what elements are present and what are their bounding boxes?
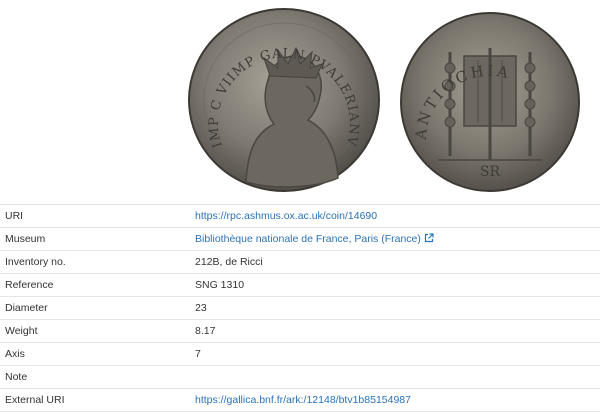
- coin-images: IMP C VIIMP GALN PVALERIANV SR ANTIOCHIA: [0, 0, 600, 200]
- axis-value: 7: [195, 342, 600, 366]
- table-row: Reference SNG 1310: [0, 273, 600, 297]
- inventory-label: Inventory no.: [0, 250, 195, 274]
- museum-link[interactable]: Bibliothèque nationale de France, Paris …: [195, 233, 421, 245]
- coin-obverse-image: IMP C VIIMP GALN PVALERIANVS: [186, 6, 380, 192]
- table-row: Inventory no. 212B, de Ricci: [0, 250, 600, 274]
- table-row: URI https://rpc.ashmus.ox.ac.uk/coin/146…: [0, 204, 600, 228]
- reverse-exergue: SR: [480, 164, 501, 180]
- diameter-label: Diameter: [0, 296, 195, 320]
- diameter-value: 23: [195, 296, 600, 320]
- weight-label: Weight: [0, 319, 195, 343]
- table-row: Axis 7: [0, 342, 600, 366]
- table-row: Note: [0, 365, 600, 389]
- table-row: Museum Bibliothèque nationale de France,…: [0, 227, 600, 251]
- uri-link[interactable]: https://rpc.ashmus.ox.ac.uk/coin/14690: [195, 210, 377, 222]
- coin-metadata-table: URI https://rpc.ashmus.ox.ac.uk/coin/146…: [0, 204, 600, 412]
- reference-label: Reference: [0, 273, 195, 297]
- note-label: Note: [0, 365, 195, 389]
- table-row: Diameter 23: [0, 296, 600, 320]
- museum-label: Museum: [0, 227, 195, 251]
- external-uri-label: External URI: [0, 388, 195, 412]
- external-link-icon[interactable]: [424, 233, 434, 243]
- weight-value: 8.17: [195, 319, 600, 343]
- coin-reverse-image: SR ANTIOCHIA: [400, 12, 580, 192]
- inventory-value: 212B, de Ricci: [195, 250, 600, 274]
- uri-label: URI: [0, 204, 195, 228]
- external-uri-link[interactable]: https://gallica.bnf.fr/ark:/12148/btv1b8…: [195, 394, 411, 406]
- reference-value: SNG 1310: [195, 273, 600, 297]
- note-value: [195, 365, 600, 389]
- table-row: External URI https://gallica.bnf.fr/ark:…: [0, 388, 600, 412]
- table-row: Weight 8.17: [0, 319, 600, 343]
- axis-label: Axis: [0, 342, 195, 366]
